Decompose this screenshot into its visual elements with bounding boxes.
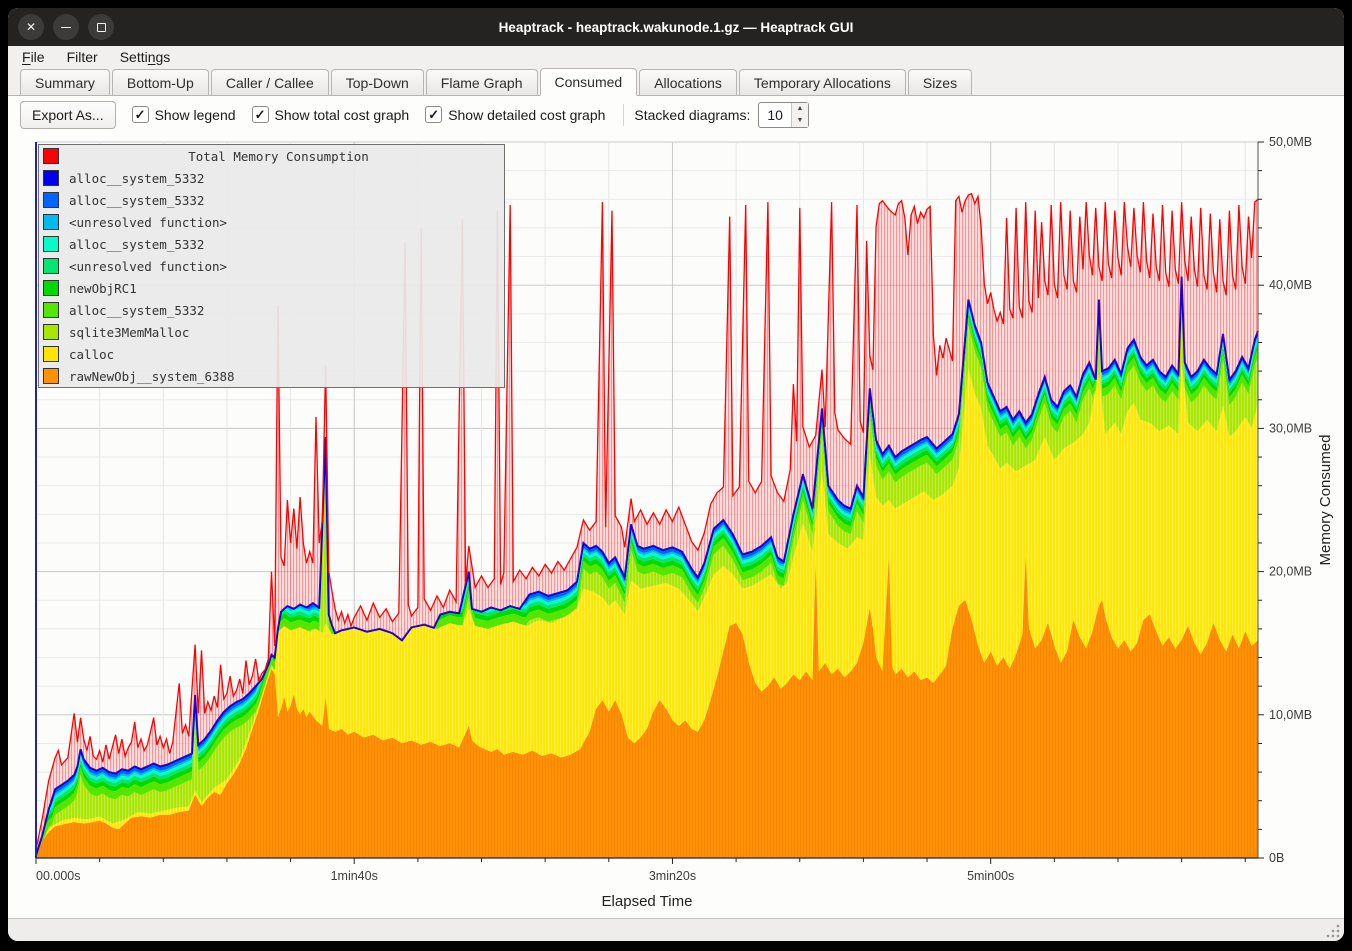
window-title: Heaptrack - heaptrack.wakunode.1.gz — He…: [8, 20, 1344, 35]
legend-swatch-icon: [43, 302, 59, 318]
export-as-button[interactable]: Export As...: [20, 101, 116, 129]
legend-label: Total Memory Consumption: [59, 149, 498, 164]
legend-item: <unresolved function>: [39, 255, 504, 277]
checkbox-label: Show detailed cost graph: [448, 107, 605, 123]
legend-swatch-icon: [43, 236, 59, 252]
tab-allocations[interactable]: Allocations: [639, 69, 737, 95]
statusbar: [8, 918, 1344, 941]
chart-legend: Total Memory Consumption alloc__system_53…: [38, 144, 505, 388]
legend-label: rawNewObj__system_6388: [69, 369, 235, 384]
tab-caller-callee[interactable]: Caller / Callee: [211, 69, 329, 95]
checkbox-label: Show total cost graph: [275, 107, 410, 123]
legend-label: alloc__system_5332: [69, 237, 204, 252]
toolbar: Export As... ✓ Show legend ✓ Show total cos…: [8, 96, 1344, 133]
legend-item: sqlite3MemMalloc: [39, 321, 504, 343]
legend-swatch-icon: [43, 280, 59, 296]
spin-up-icon[interactable]: ▲: [792, 103, 808, 115]
legend-swatch-icon: [43, 324, 59, 340]
legend-label: calloc: [69, 347, 114, 362]
legend-swatch-icon: [43, 258, 59, 274]
checkmark-icon[interactable]: ✓: [132, 106, 149, 123]
close-icon[interactable]: ✕: [18, 14, 44, 40]
legend-item: <unresolved function>: [39, 211, 504, 233]
tab-temporary-allocations[interactable]: Temporary Allocations: [739, 69, 906, 95]
tab-summary[interactable]: Summary: [20, 69, 110, 95]
legend-swatch-icon: [43, 148, 59, 164]
x-tick-label: 00.000s: [36, 869, 80, 883]
legend-item: alloc__system_5332: [39, 299, 504, 321]
checkmark-icon[interactable]: ✓: [425, 106, 442, 123]
legend-item: alloc__system_5332: [39, 189, 504, 211]
legend-swatch-icon: [43, 192, 59, 208]
checkbox-show-total-cost-graph[interactable]: ✓ Show total cost graph: [252, 106, 410, 123]
toolbar-separator: [623, 104, 624, 126]
legend-label: newObjRC1: [69, 281, 137, 296]
legend-label: alloc__system_5332: [69, 171, 204, 186]
chart-area: 00.000s 1min40s 3min20s 5min00s 0B 10,0MB 20,0…: [8, 133, 1344, 918]
legend-item: newObjRC1: [39, 277, 504, 299]
heaptrack-window: ✕ Heaptrack - heaptrack.wakunode.1.gz — …: [8, 8, 1344, 941]
legend-label: sqlite3MemMalloc: [69, 325, 189, 340]
y-axis-title: Memory Consumed: [1317, 435, 1334, 566]
legend-item: rawNewObj__system_6388: [39, 365, 504, 387]
legend-swatch-icon: [43, 368, 59, 384]
tab-flame-graph[interactable]: Flame Graph: [426, 69, 538, 95]
legend-swatch-icon: [43, 214, 59, 230]
tab-consumed[interactable]: Consumed: [540, 68, 638, 96]
legend-swatch-icon: [43, 170, 59, 186]
tabbar: SummaryBottom-UpCaller / CalleeTop-DownF…: [8, 68, 1344, 96]
y-tick-label: 20,0MB: [1269, 565, 1312, 579]
menubar: File Filter Settings: [8, 46, 1344, 68]
stacked-diagrams-value[interactable]: 10: [759, 103, 791, 127]
y-tick-label: 50,0MB: [1269, 135, 1312, 149]
legend-label: alloc__system_5332: [69, 303, 204, 318]
checkmark-icon[interactable]: ✓: [252, 106, 269, 123]
tab-top-down[interactable]: Top-Down: [331, 69, 424, 95]
y-tick-label: 10,0MB: [1269, 708, 1312, 722]
resize-grip-icon[interactable]: [1326, 924, 1340, 938]
menu-item-filter[interactable]: Filter: [67, 49, 98, 65]
menu-item-file[interactable]: File: [22, 49, 45, 65]
y-tick-label: 40,0MB: [1269, 278, 1312, 292]
x-tick-label: 3min20s: [649, 869, 696, 883]
checkbox-show-legend[interactable]: ✓ Show legend: [132, 106, 236, 123]
menu-item-settings[interactable]: Settings: [120, 49, 171, 65]
maximize-icon[interactable]: [88, 14, 114, 40]
legend-swatch-icon: [43, 346, 59, 362]
x-axis-title: Elapsed Time: [602, 893, 693, 910]
y-tick-label: 0B: [1269, 851, 1284, 865]
checkbox-label: Show legend: [155, 107, 236, 123]
legend-label: <unresolved function>: [69, 259, 227, 274]
stacked-diagrams-label: Stacked diagrams:: [634, 107, 750, 123]
minimize-icon[interactable]: [53, 14, 79, 40]
tab-sizes[interactable]: Sizes: [908, 69, 972, 95]
legend-item: alloc__system_5332: [39, 233, 504, 255]
titlebar[interactable]: ✕ Heaptrack - heaptrack.wakunode.1.gz — …: [8, 8, 1344, 46]
legend-item: alloc__system_5332: [39, 167, 504, 189]
tab-bottom-up[interactable]: Bottom-Up: [112, 69, 209, 95]
legend-label: alloc__system_5332: [69, 193, 204, 208]
x-tick-label: 5min00s: [967, 869, 1014, 883]
checkbox-show-detailed-cost-graph[interactable]: ✓ Show detailed cost graph: [425, 106, 605, 123]
y-tick-label: 30,0MB: [1269, 421, 1312, 435]
x-tick-label: 1min40s: [331, 869, 378, 883]
stacked-diagrams-stepper[interactable]: 10 ▲ ▼: [758, 102, 809, 128]
legend-title-row: Total Memory Consumption: [39, 145, 504, 167]
spin-down-icon[interactable]: ▼: [792, 115, 808, 127]
legend-item: calloc: [39, 343, 504, 365]
legend-label: <unresolved function>: [69, 215, 227, 230]
